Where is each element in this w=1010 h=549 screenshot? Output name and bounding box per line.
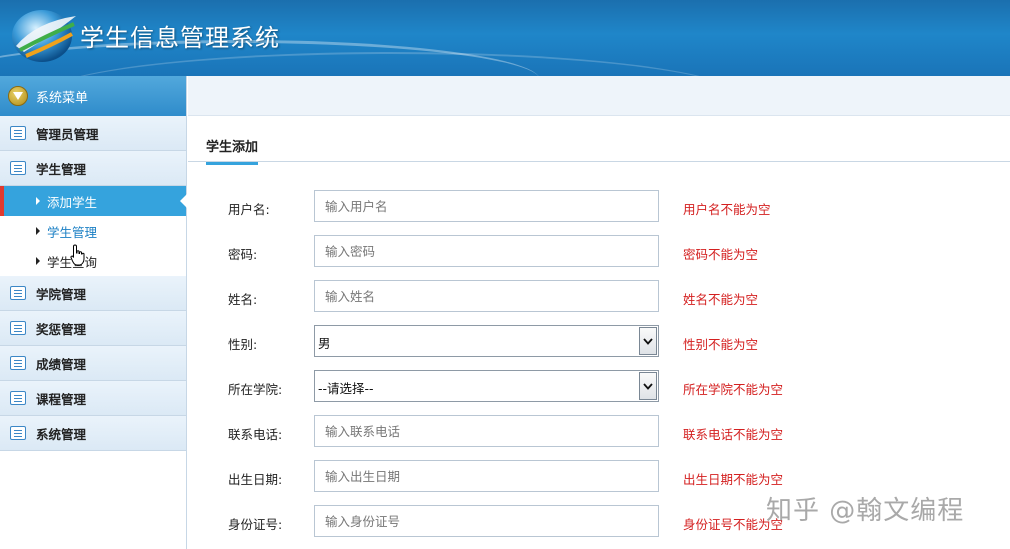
form-row-username: 用户名: 用户名不能为空 bbox=[228, 190, 988, 222]
form-row-gender: 性别: 男 性别不能为空 bbox=[228, 325, 988, 357]
sidebar-section-label: 奖惩管理 bbox=[36, 321, 87, 337]
password-input[interactable] bbox=[314, 235, 659, 267]
birthdate-error: 出生日期不能为空 bbox=[683, 472, 784, 487]
sidebar-section-system[interactable]: 系统管理 bbox=[0, 416, 186, 451]
sidebar-item-add-student[interactable]: 添加学生 bbox=[0, 186, 187, 216]
college-label: 所在学院: bbox=[228, 382, 283, 397]
form-row-password: 密码: 密码不能为空 bbox=[228, 235, 988, 267]
sidebar-section-admin[interactable]: 管理员管理 bbox=[0, 116, 186, 151]
caret-right-icon bbox=[36, 227, 40, 235]
college-select[interactable]: --请选择-- bbox=[314, 370, 659, 402]
name-input[interactable] bbox=[314, 280, 659, 312]
list-icon bbox=[10, 426, 26, 440]
sidebar-section-courses[interactable]: 课程管理 bbox=[0, 381, 186, 416]
hand-cursor-icon bbox=[70, 244, 85, 266]
sidebar-menu-title: 系统菜单 bbox=[36, 90, 89, 106]
list-icon bbox=[10, 126, 26, 140]
sidebar-section-student[interactable]: 学生管理 bbox=[0, 151, 186, 186]
username-input[interactable] bbox=[314, 190, 659, 222]
college-select-value: --请选择-- bbox=[318, 381, 374, 396]
college-error: 所在学院不能为空 bbox=[683, 382, 784, 397]
password-label: 密码: bbox=[228, 247, 258, 262]
tab-student-add[interactable]: 学生添加 bbox=[206, 136, 259, 165]
password-error: 密码不能为空 bbox=[683, 247, 759, 262]
content-topbar bbox=[188, 76, 1010, 116]
list-icon bbox=[10, 161, 26, 175]
username-label: 用户名: bbox=[228, 202, 270, 217]
sidebar-section-label: 系统管理 bbox=[36, 426, 87, 442]
list-icon bbox=[10, 286, 26, 300]
sidebar-section-label: 管理员管理 bbox=[36, 126, 99, 142]
gender-label: 性别: bbox=[228, 337, 258, 352]
sidebar-item-label: 学生管理 bbox=[47, 224, 98, 240]
birthdate-label: 出生日期: bbox=[228, 472, 283, 487]
sidebar-section-college[interactable]: 学院管理 bbox=[0, 276, 186, 311]
form-row-name: 姓名: 姓名不能为空 bbox=[228, 280, 988, 312]
gender-select-value: 男 bbox=[318, 336, 331, 351]
caret-right-icon bbox=[36, 197, 40, 205]
sidebar-item-label: 添加学生 bbox=[47, 194, 98, 210]
list-icon bbox=[10, 391, 26, 405]
name-label: 姓名: bbox=[228, 292, 258, 307]
chevron-down-icon[interactable] bbox=[8, 86, 28, 106]
phone-error: 联系电话不能为空 bbox=[683, 427, 784, 442]
caret-right-icon bbox=[36, 257, 40, 265]
sidebar-item-student-query[interactable]: 学生查询 bbox=[0, 246, 186, 276]
app-header: 学生信息管理系统 bbox=[0, 0, 1010, 76]
sidebar-section-label: 学院管理 bbox=[36, 286, 87, 302]
sidebar-item-student-manage[interactable]: 学生管理 bbox=[0, 216, 186, 246]
gender-error: 性别不能为空 bbox=[683, 337, 759, 352]
form-row-birthdate: 出生日期: 出生日期不能为空 bbox=[228, 460, 988, 492]
globe-logo-icon bbox=[12, 10, 76, 62]
sidebar-section-grades[interactable]: 成绩管理 bbox=[0, 346, 186, 381]
chevron-down-icon[interactable] bbox=[639, 372, 657, 400]
sidebar-section-reward[interactable]: 奖惩管理 bbox=[0, 311, 186, 346]
watermark: 知乎 @翰文编程 bbox=[766, 496, 965, 526]
name-error: 姓名不能为空 bbox=[683, 292, 759, 307]
sidebar-section-label: 成绩管理 bbox=[36, 356, 87, 372]
tab-bar: 学生添加 bbox=[188, 126, 1010, 165]
sidebar-section-label: 学生管理 bbox=[36, 161, 87, 177]
sidebar: 系统菜单 管理员管理 学生管理 添加学生 学生管理 学生查询 学院管理 奖惩管理… bbox=[0, 76, 187, 549]
phone-label: 联系电话: bbox=[228, 427, 283, 442]
phone-input[interactable] bbox=[314, 415, 659, 447]
list-icon bbox=[10, 321, 26, 335]
form-row-phone: 联系电话: 联系电话不能为空 bbox=[228, 415, 988, 447]
sidebar-section-label: 课程管理 bbox=[36, 391, 87, 407]
idcard-input[interactable] bbox=[314, 505, 659, 537]
chevron-down-icon[interactable] bbox=[639, 327, 657, 355]
gender-select[interactable]: 男 bbox=[314, 325, 659, 357]
idcard-label: 身份证号: bbox=[228, 517, 283, 532]
sidebar-menu-header[interactable]: 系统菜单 bbox=[0, 76, 186, 116]
username-error: 用户名不能为空 bbox=[683, 202, 771, 217]
birthdate-input[interactable] bbox=[314, 460, 659, 492]
list-icon bbox=[10, 356, 26, 370]
app-title: 学生信息管理系统 bbox=[80, 24, 280, 52]
form-row-college: 所在学院: --请选择-- 所在学院不能为空 bbox=[228, 370, 988, 402]
